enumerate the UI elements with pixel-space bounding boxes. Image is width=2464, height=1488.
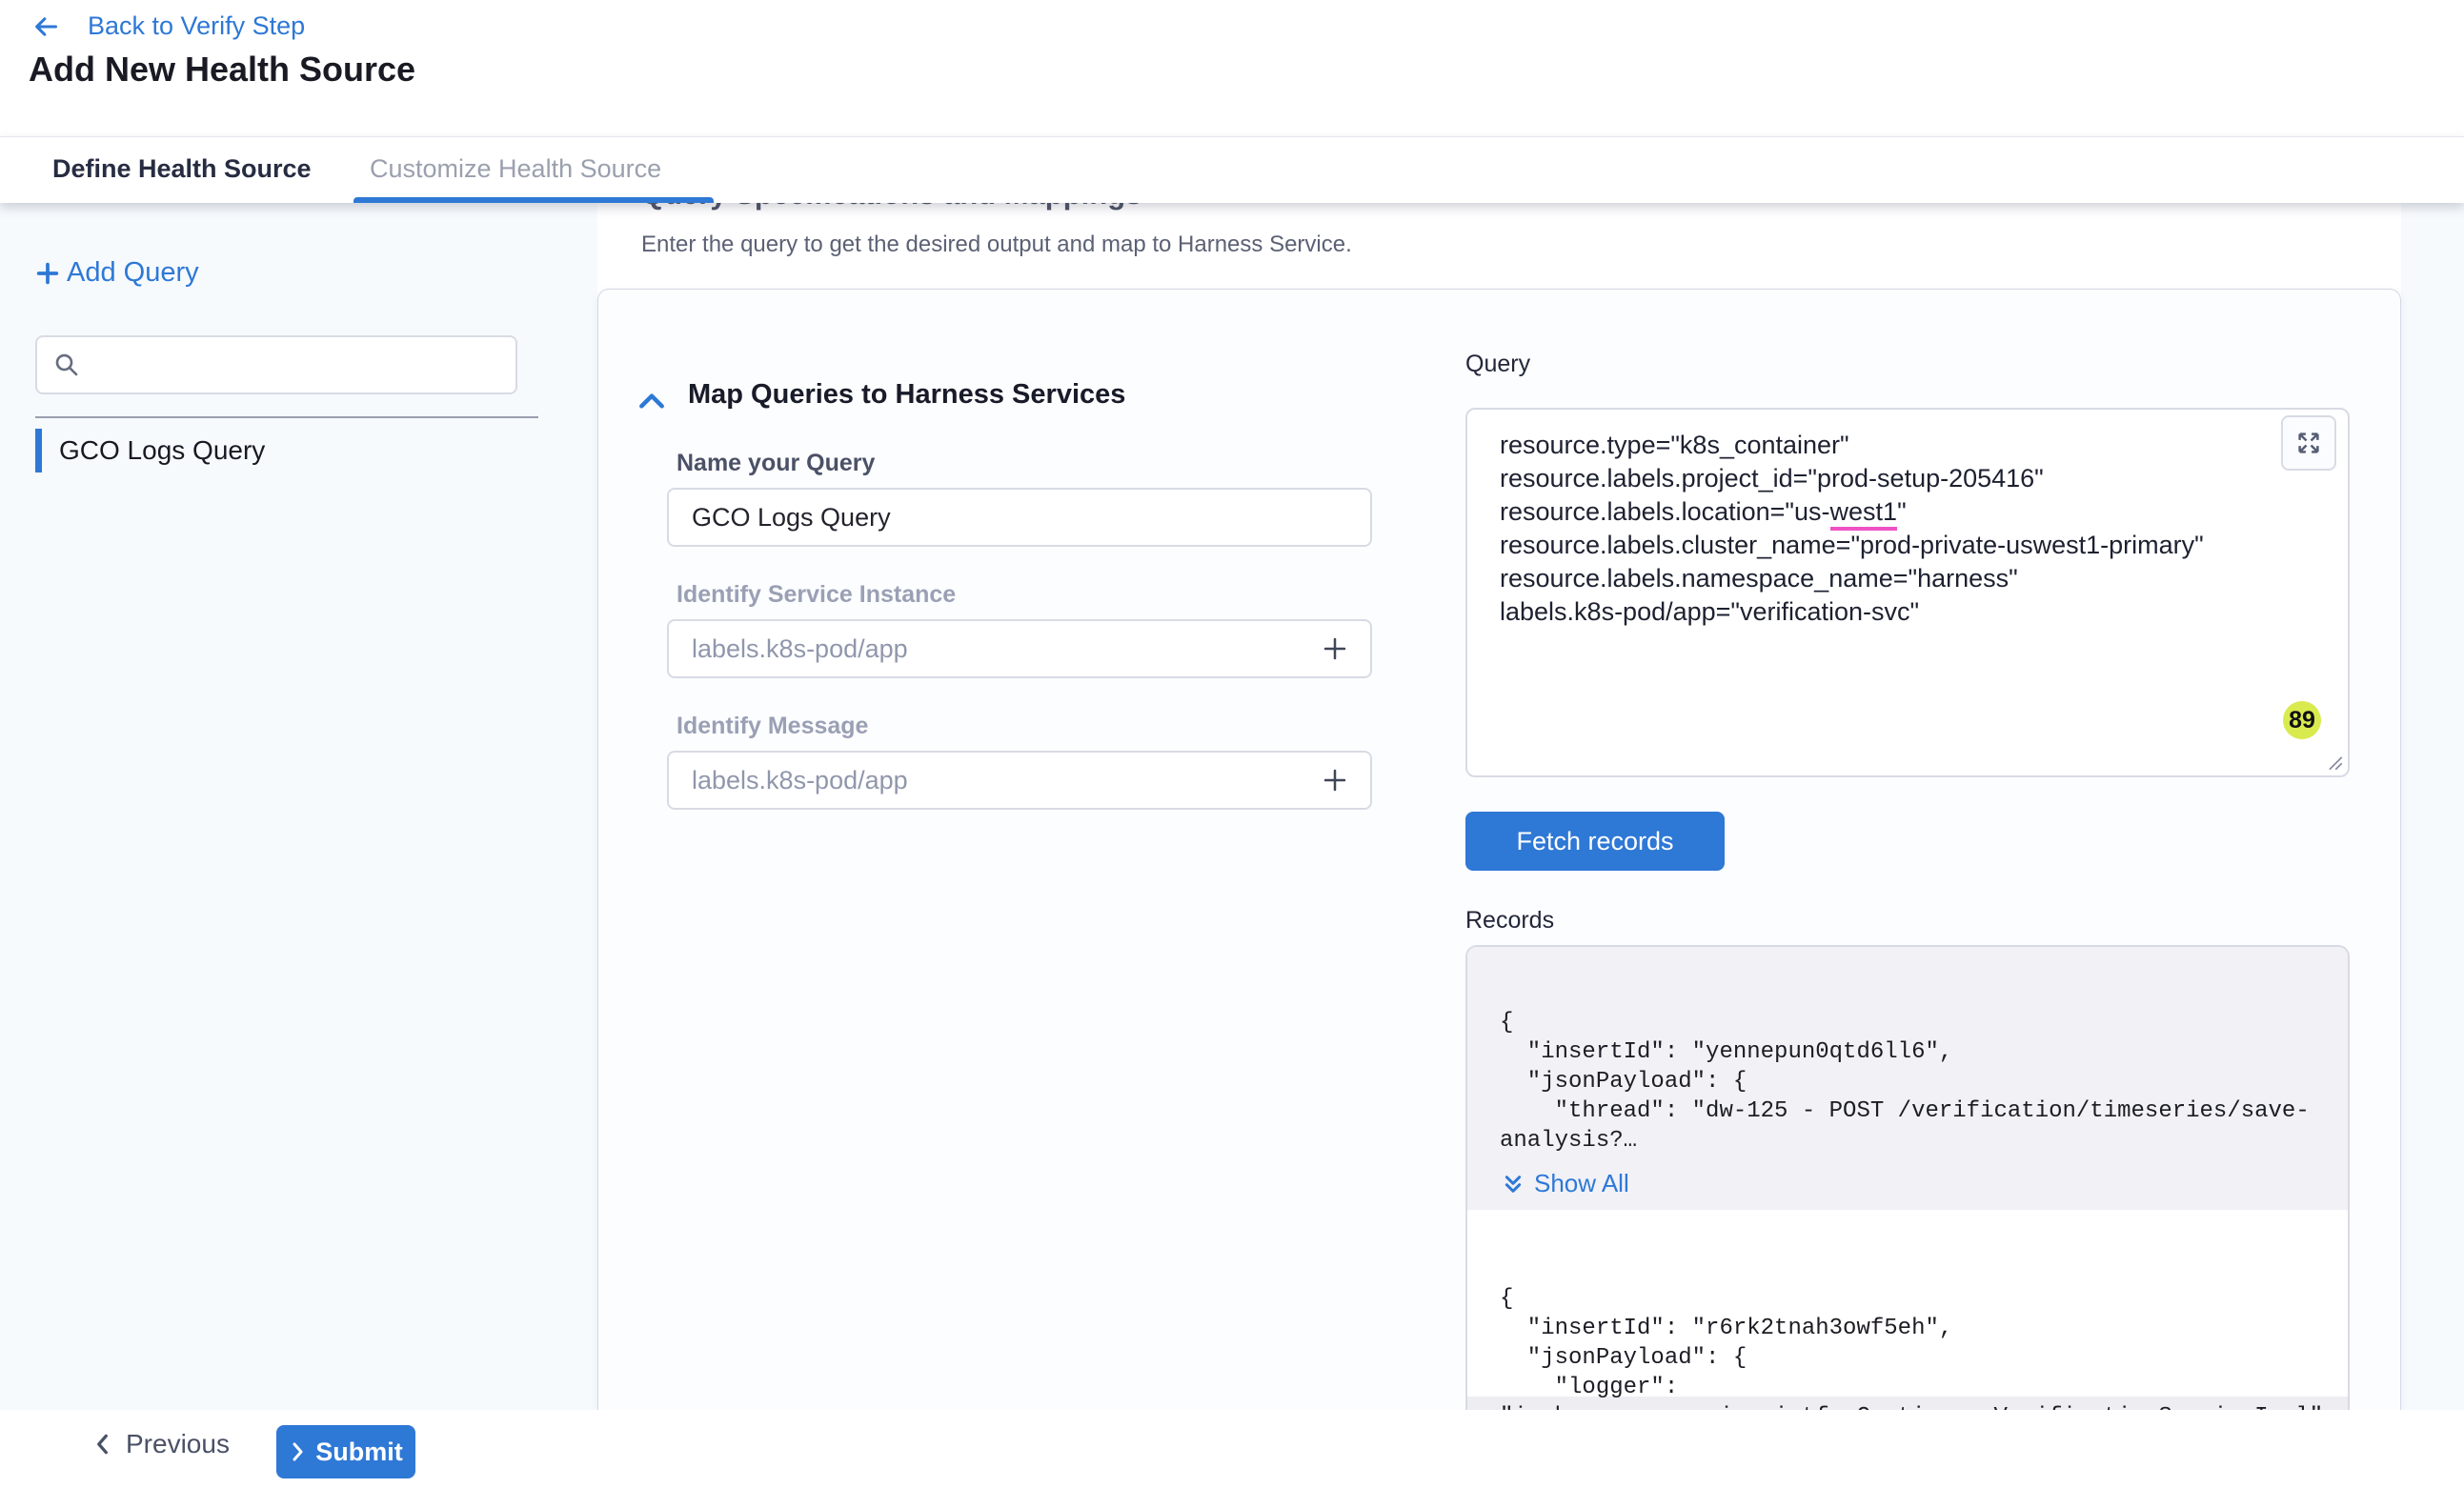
add-query-button[interactable]: Add Query <box>34 257 199 289</box>
plus-icon <box>34 260 61 287</box>
query-line: resource.labels.location="us-west1" <box>1500 495 2315 529</box>
query-textarea[interactable]: resource.type="k8s_container" resource.l… <box>1465 408 2350 777</box>
query-line: labels.k8s-pod/app="verification-svc" <box>1500 595 2315 629</box>
selected-query-indicator <box>35 429 42 473</box>
query-line: resource.type="k8s_container" <box>1500 429 2315 462</box>
collapse-section-toggle[interactable] <box>636 389 667 413</box>
record-json-line: "jsonPayload": { <box>1500 1343 2323 1373</box>
records-panel: { "insertId": "yennepun0qtd6ll6", "jsonP… <box>1465 945 2350 1410</box>
previous-button[interactable]: Previous <box>82 1423 239 1465</box>
show-all-label: Show All <box>1534 1169 1629 1198</box>
record-json-line: analysis?… <box>1500 1126 2319 1156</box>
search-icon <box>52 351 81 379</box>
service-instance-input[interactable] <box>690 633 1309 665</box>
record-json-line: "jsonPayload": { <box>1500 1067 2319 1096</box>
sidebar-item-gco-logs-query[interactable]: GCO Logs Query <box>35 429 265 473</box>
add-health-source-page: Back to Verify Step Add New Health Sourc… <box>0 0 2464 1488</box>
message-input[interactable] <box>690 765 1309 796</box>
chevron-left-icon <box>91 1432 112 1457</box>
spellcheck-underlined-word: west1 <box>1830 497 1898 531</box>
query-line: resource.labels.project_id="prod-setup-2… <box>1500 462 2315 495</box>
resize-grip-icon[interactable] <box>2326 754 2343 771</box>
query-search-input[interactable] <box>91 350 500 381</box>
fetch-records-button[interactable]: Fetch records <box>1465 812 1725 871</box>
query-character-count-badge: 89 <box>2283 701 2321 739</box>
fullscreen-expand-icon <box>2294 429 2323 457</box>
record-json-line: "insertId": "r6rk2tnah3owf5eh", <box>1500 1314 2323 1343</box>
records-label: Records <box>1465 907 1554 935</box>
record-json-line: "insertId": "yennepun0qtd6ll6", <box>1500 1037 2319 1067</box>
query-item-label: GCO Logs Query <box>59 435 265 466</box>
submit-button[interactable]: Submit <box>276 1425 415 1478</box>
section-subtitle: Enter the query to get the desired outpu… <box>641 231 1352 258</box>
right-margin-strip <box>2401 202 2464 1410</box>
double-chevron-down-icon <box>1502 1173 1525 1196</box>
add-message-path-icon[interactable] <box>1321 766 1349 794</box>
record-json-line: "thread": "dw-125 - POST /verification/t… <box>1500 1096 2319 1126</box>
message-field-wrap <box>667 751 1372 810</box>
service-instance-field-wrap <box>667 619 1372 678</box>
active-tab-underline <box>353 197 714 203</box>
query-name-input[interactable] <box>690 502 1349 533</box>
tab-bar: Define Health Source Customize Health So… <box>0 136 2464 203</box>
sidebar-divider <box>35 416 538 418</box>
query-line: resource.labels.namespace_name="harness" <box>1500 562 2315 595</box>
record-json-line: "logger": <box>1500 1373 2323 1402</box>
name-your-query-label: Name your Query <box>677 450 875 477</box>
tab-define-health-source[interactable]: Define Health Source <box>52 154 312 184</box>
query-search-box <box>35 335 517 394</box>
query-label: Query <box>1465 351 1530 378</box>
add-query-label: Add Query <box>67 257 199 289</box>
query-name-field-wrap <box>667 488 1372 547</box>
previous-label: Previous <box>126 1429 230 1459</box>
query-line: resource.labels.cluster_name="prod-priva… <box>1500 529 2315 562</box>
footer-bar: Previous Submit <box>0 1410 2464 1488</box>
record-card-2: { "insertId": "r6rk2tnah3owf5eh", "jsonP… <box>1500 1284 2323 1410</box>
record-json-line: "io.harness.service.intfc.ContinuousVeri… <box>1500 1402 2323 1410</box>
arrow-left-icon <box>29 13 63 40</box>
back-to-verify-step-link[interactable]: Back to Verify Step <box>29 11 305 41</box>
back-link-label: Back to Verify Step <box>88 11 305 41</box>
record-json-line: { <box>1500 1008 2319 1037</box>
identify-service-instance-label: Identify Service Instance <box>677 581 956 609</box>
add-service-instance-path-icon[interactable] <box>1321 634 1349 663</box>
chevron-right-icon <box>289 1440 306 1463</box>
map-queries-section-title: Map Queries to Harness Services <box>688 379 1125 411</box>
record-card-1: { "insertId": "yennepun0qtd6ll6", "jsonP… <box>1467 947 2348 1210</box>
show-all-link[interactable]: Show All <box>1502 1169 2319 1198</box>
tab-customize-health-source[interactable]: Customize Health Source <box>370 154 661 184</box>
expand-query-button[interactable] <box>2281 415 2336 471</box>
submit-label: Submit <box>315 1438 403 1467</box>
record-json-line: { <box>1500 1284 2323 1314</box>
identify-message-label: Identify Message <box>677 713 868 740</box>
page-title: Add New Health Source <box>29 50 415 90</box>
chevron-up-icon <box>636 389 667 413</box>
